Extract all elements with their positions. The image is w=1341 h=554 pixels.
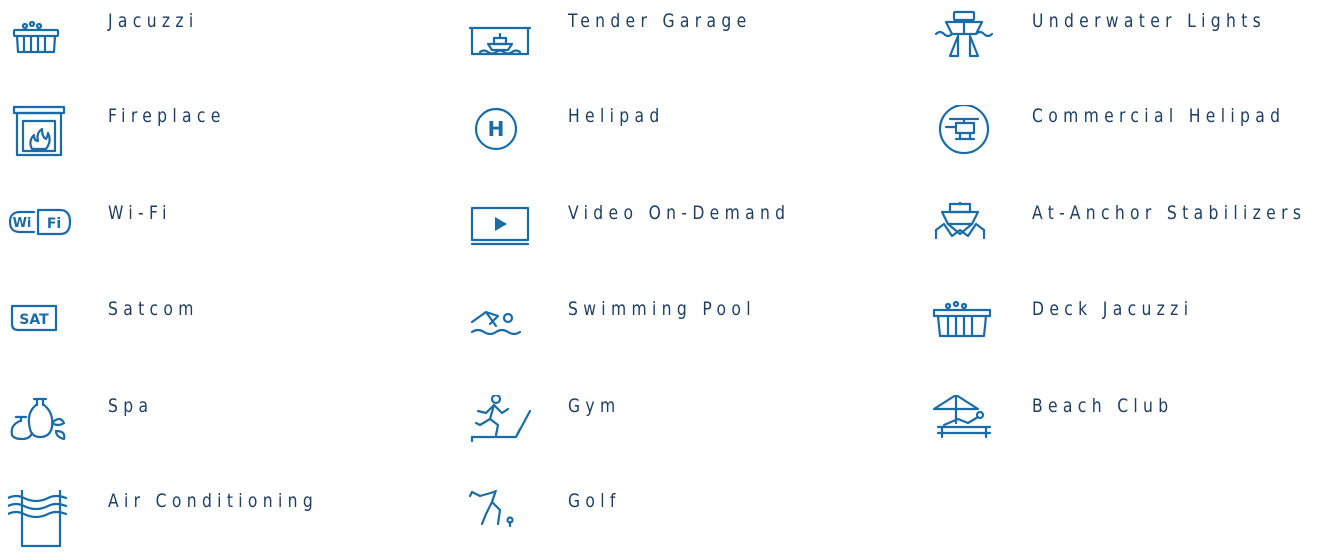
wifi-text-right: Fi: [47, 216, 61, 232]
amenity-at-anchor-stabilizers: At-Anchor Stabilizers: [932, 202, 1341, 266]
amenity-label: Underwater Lights: [1032, 10, 1267, 32]
satcom-icon: SAT: [8, 298, 72, 362]
golfer-icon: [468, 490, 532, 554]
amenity-label: Spa: [108, 395, 154, 417]
fireplace-icon: [8, 105, 72, 169]
amenity-wifi: Wi Fi Wi-Fi: [8, 202, 448, 266]
underwater-lights-icon: [932, 10, 996, 74]
helipad-icon: H: [468, 105, 532, 169]
jacuzzi-icon: [8, 10, 72, 74]
amenity-underwater-lights: Underwater Lights: [932, 10, 1341, 74]
amenity-label: At-Anchor Stabilizers: [1032, 202, 1307, 224]
tender-garage-icon: [468, 10, 532, 74]
amenity-label: Golf: [568, 490, 621, 512]
play-screen-icon: [468, 202, 532, 266]
amenity-commercial-helipad: Commercial Helipad: [932, 105, 1341, 169]
amenity-fireplace: Fireplace: [8, 105, 448, 169]
helicopter-icon: [932, 105, 996, 169]
amenity-satcom: SAT Satcom: [8, 298, 448, 362]
amenity-swimming-pool: Swimming Pool: [468, 298, 908, 362]
wifi-icon: Wi Fi: [8, 202, 72, 266]
stabilizer-boat-icon: [932, 202, 996, 266]
amenity-video-on-demand: Video On-Demand: [468, 202, 908, 266]
amenity-label: Beach Club: [1032, 395, 1174, 417]
amenity-label: Tender Garage: [568, 10, 752, 32]
wifi-text-left: Wi: [13, 216, 32, 231]
amenity-label: Jacuzzi: [108, 10, 199, 32]
amenity-tender-garage: Tender Garage: [468, 10, 908, 74]
amenity-gym: Gym: [468, 395, 908, 459]
beach-umbrella-icon: [932, 395, 996, 459]
amenity-label: Swimming Pool: [568, 298, 756, 320]
treadmill-icon: [468, 395, 532, 459]
amenity-label: Fireplace: [108, 105, 226, 127]
air-conditioning-icon: [8, 490, 72, 554]
helipad-letter: H: [488, 117, 505, 141]
amenity-jacuzzi: Jacuzzi: [8, 10, 448, 74]
spa-icon: [8, 395, 72, 459]
amenity-spa: Spa: [8, 395, 448, 459]
swimmer-icon: [468, 298, 532, 362]
satcom-text: SAT: [19, 312, 49, 328]
amenity-deck-jacuzzi: Deck Jacuzzi: [932, 298, 1341, 362]
amenity-label: Deck Jacuzzi: [1032, 298, 1194, 320]
deck-jacuzzi-icon: [932, 298, 996, 362]
amenity-label: Wi-Fi: [108, 202, 172, 224]
amenity-golf: Golf: [468, 490, 908, 554]
amenity-label: Air Conditioning: [108, 490, 319, 512]
amenity-beach-club: Beach Club: [932, 395, 1341, 459]
amenity-label: Commercial Helipad: [1032, 105, 1286, 127]
amenity-air-conditioning: Air Conditioning: [8, 490, 448, 554]
amenity-label: Gym: [568, 395, 621, 417]
amenity-label: Satcom: [108, 298, 199, 320]
amenity-label: Video On-Demand: [568, 202, 791, 224]
amenity-helipad: H Helipad: [468, 105, 908, 169]
amenity-label: Helipad: [568, 105, 665, 127]
